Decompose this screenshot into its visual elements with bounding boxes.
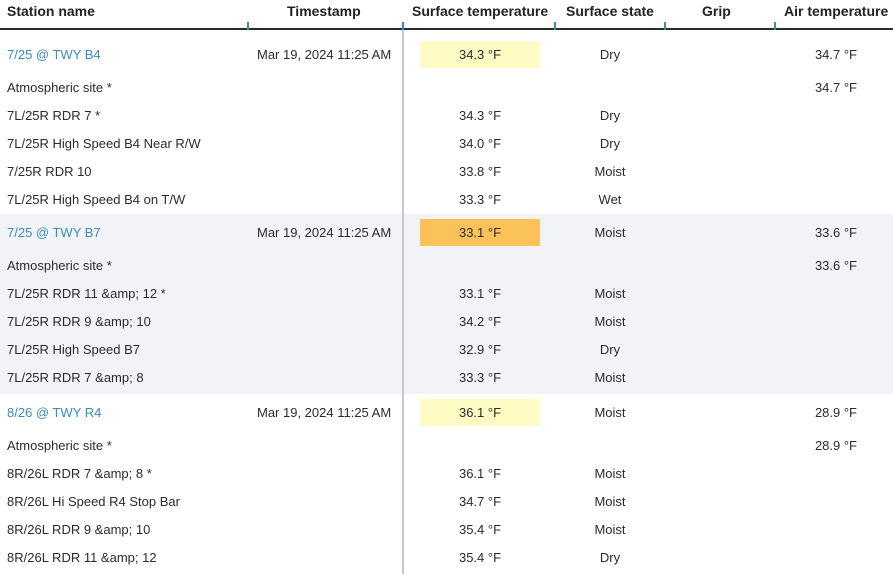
- sensor-name: 7/25R RDR 10: [7, 164, 92, 179]
- column-divider[interactable]: [774, 22, 776, 30]
- sensor-row: 7L/25R RDR 11 &amp; 12 * 33.1 °F Moist: [0, 280, 893, 308]
- station-group: 8/26 @ TWY R4 Mar 19, 2024 11:25 AM 36.1 °…: [0, 394, 893, 574]
- sensor-name: 7L/25R High Speed B7: [7, 342, 140, 357]
- station-name-link[interactable]: 7/25 @ TWY B7: [7, 214, 101, 251]
- sensor-surface-state: Dry: [599, 550, 621, 565]
- air-temperature: 34.7 °F: [814, 47, 857, 62]
- surface-state: Moist: [594, 225, 626, 240]
- sensor-row: 7L/25R High Speed B7 32.9 °F Dry: [0, 336, 893, 364]
- column-header-surface-state[interactable]: Surface state: [566, 0, 654, 28]
- sensor-row: 7L/25R RDR 7 * 34.3 °F Dry: [0, 102, 893, 130]
- sensor-surface-state: Moist: [594, 522, 626, 537]
- sensor-row: Atmospheric site * 28.9 °F: [0, 432, 893, 460]
- table-header: Station name Timestamp Surface temperatu…: [0, 0, 893, 30]
- sensor-row: 8R/26L Hi Speed R4 Stop Bar 34.7 °F Moist: [0, 488, 893, 516]
- column-header-station-name[interactable]: Station name: [7, 0, 95, 28]
- station-group: 7/25 @ TWY B7 Mar 19, 2024 11:25 AM 33.1 °…: [0, 214, 893, 394]
- sensor-name: Atmospheric site *: [7, 258, 112, 273]
- surface-temperature-badge: 34.3 °F: [420, 41, 540, 68]
- sensor-name: 8R/26L Hi Speed R4 Stop Bar: [7, 494, 180, 509]
- column-divider[interactable]: [664, 22, 666, 30]
- sensor-row: 8R/26L RDR 9 &amp; 10 35.4 °F Moist: [0, 516, 893, 544]
- sensor-name: 7L/25R RDR 7 &amp; 8: [7, 370, 144, 385]
- surface-state: Moist: [594, 405, 626, 420]
- sensor-surface-temperature: 33.1 °F: [458, 286, 502, 301]
- sensor-surface-temperature: 36.1 °F: [458, 466, 502, 481]
- sensor-surface-temperature: 35.4 °F: [458, 522, 502, 537]
- sensor-surface-state: Dry: [599, 342, 621, 357]
- column-divider[interactable]: [554, 22, 556, 30]
- sensor-surface-temperature: 35.4 °F: [458, 550, 502, 565]
- sensor-name: 7L/25R High Speed B4 on T/W: [7, 192, 186, 207]
- sensor-surface-state: Moist: [594, 494, 626, 509]
- sensor-surface-state: Dry: [599, 108, 621, 123]
- sensor-name: 8R/26L RDR 7 &amp; 8 *: [7, 466, 152, 481]
- station-row[interactable]: 7/25 @ TWY B4 Mar 19, 2024 11:25 AM 34.3 °…: [0, 36, 893, 73]
- sensor-name: 7L/25R RDR 9 &amp; 10: [7, 314, 151, 329]
- sensor-row: 7L/25R High Speed B4 Near R/W 34.0 °F Dry: [0, 130, 893, 158]
- sensor-row: 7L/25R High Speed B4 on T/W 33.3 °F Wet: [0, 186, 893, 214]
- column-divider[interactable]: [402, 22, 404, 30]
- sensor-surface-state: Moist: [594, 286, 626, 301]
- surface-temperature-badge: 33.1 °F: [420, 219, 540, 246]
- sensor-surface-state: Moist: [594, 466, 626, 481]
- sensor-row: 7L/25R RDR 7 &amp; 8 33.3 °F Moist: [0, 364, 893, 392]
- timestamp: Mar 19, 2024 11:25 AM: [257, 225, 392, 240]
- sensor-surface-temperature: 33.3 °F: [458, 370, 502, 385]
- sensor-surface-state: Dry: [599, 136, 621, 151]
- station-name-link[interactable]: 8/26 @ TWY R4: [7, 394, 101, 431]
- sensor-surface-temperature: 34.7 °F: [458, 494, 502, 509]
- sensor-row: 8R/26L RDR 11 &amp; 12 35.4 °F Dry: [0, 544, 893, 572]
- sensor-row: 8R/26L RDR 7 &amp; 8 * 36.1 °F Moist: [0, 460, 893, 488]
- sensor-name: 8R/26L RDR 9 &amp; 10: [7, 522, 151, 537]
- column-divider[interactable]: [247, 22, 249, 30]
- sensor-surface-temperature: 33.3 °F: [458, 192, 502, 207]
- air-temperature: 28.9 °F: [814, 405, 857, 420]
- sensor-row: Atmospheric site * 33.6 °F: [0, 252, 893, 280]
- sensor-surface-temperature: 32.9 °F: [458, 342, 502, 357]
- sensor-surface-temperature: 34.3 °F: [458, 108, 502, 123]
- sensor-surface-temperature: 34.2 °F: [458, 314, 502, 329]
- sensor-row: Atmospheric site * 34.7 °F: [0, 74, 893, 102]
- column-header-grip[interactable]: Grip: [702, 0, 731, 28]
- sensor-air-temperature: 33.6 °F: [814, 258, 857, 273]
- station-row[interactable]: 7/25 @ TWY B7 Mar 19, 2024 11:25 AM 33.1 °…: [0, 214, 893, 251]
- station-row[interactable]: 8/26 @ TWY R4 Mar 19, 2024 11:25 AM 36.1 °…: [0, 394, 893, 431]
- sensor-name: 8R/26L RDR 11 &amp; 12: [7, 550, 157, 565]
- sensor-row: 7L/25R RDR 9 &amp; 10 34.2 °F Moist: [0, 308, 893, 336]
- air-temperature: 33.6 °F: [814, 225, 857, 240]
- sensor-surface-state: Moist: [594, 164, 626, 179]
- surface-state: Dry: [599, 47, 621, 62]
- sensor-name: Atmospheric site *: [7, 80, 112, 95]
- column-header-air-temperature[interactable]: Air temperature: [784, 0, 888, 28]
- sensor-name: 7L/25R RDR 11 &amp; 12 *: [7, 286, 166, 301]
- sensor-surface-temperature: 33.8 °F: [458, 164, 502, 179]
- sensor-air-temperature: 34.7 °F: [814, 80, 857, 95]
- sensor-name: Atmospheric site *: [7, 438, 112, 453]
- sensor-name: 7L/25R High Speed B4 Near R/W: [7, 136, 201, 151]
- timestamp: Mar 19, 2024 11:25 AM: [257, 47, 392, 62]
- sensor-row: 7/25R RDR 10 33.8 °F Moist: [0, 158, 893, 186]
- sensor-name: 7L/25R RDR 7 *: [7, 108, 101, 123]
- timestamp: Mar 19, 2024 11:25 AM: [257, 405, 392, 420]
- surface-temperature-badge: 36.1 °F: [420, 399, 540, 426]
- station-name-link[interactable]: 7/25 @ TWY B4: [7, 36, 101, 73]
- column-header-timestamp[interactable]: Timestamp: [287, 0, 361, 28]
- column-separator: [402, 30, 404, 574]
- station-group: 7/25 @ TWY B4 Mar 19, 2024 11:25 AM 34.3 °…: [0, 36, 893, 214]
- sensor-surface-temperature: 34.0 °F: [458, 136, 502, 151]
- sensor-surface-state: Moist: [594, 314, 626, 329]
- sensor-air-temperature: 28.9 °F: [814, 438, 857, 453]
- sensor-surface-state: Moist: [594, 370, 626, 385]
- sensor-surface-state: Wet: [598, 192, 622, 207]
- column-header-surface-temperature[interactable]: Surface temperature: [412, 0, 548, 28]
